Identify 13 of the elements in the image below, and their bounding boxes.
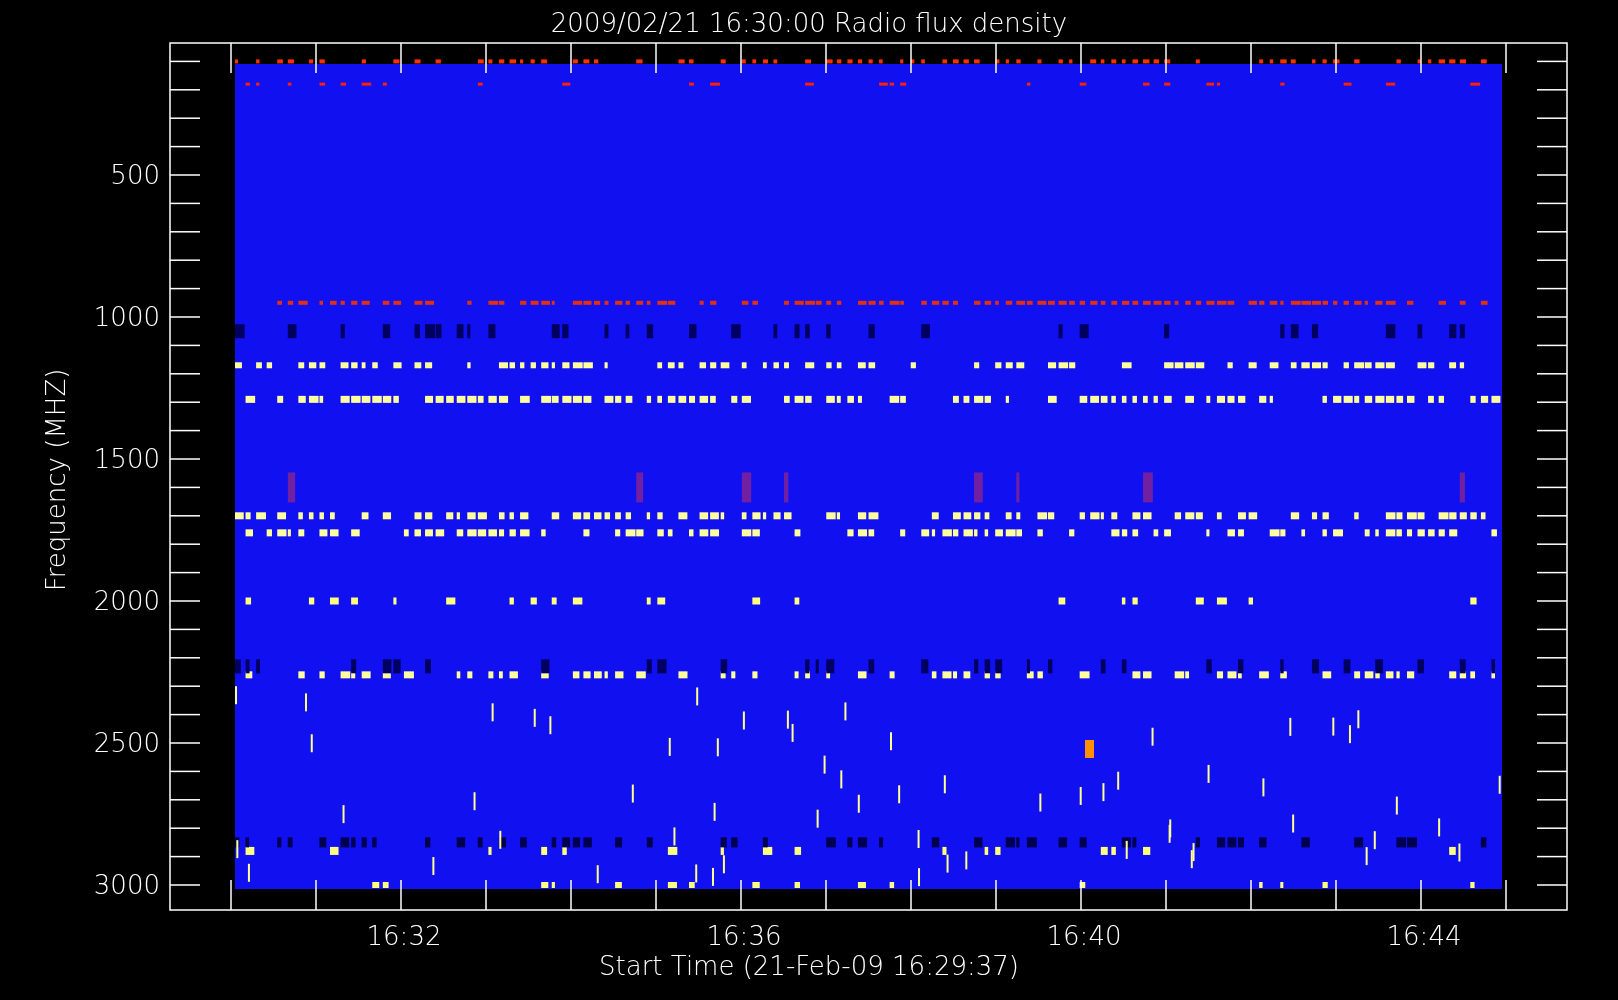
tick-label: 500 — [110, 160, 160, 190]
tick-label: 1500 — [93, 444, 160, 474]
tick-label: 16:44 — [1386, 921, 1462, 951]
tick-label: 2500 — [93, 728, 160, 758]
tick-label: 2000 — [93, 586, 160, 616]
axis-label: Frequency (MHZ) — [41, 368, 71, 592]
tick-label: 16:36 — [706, 921, 782, 951]
plot-title: 2009/02/21 16:30:00 Radio flux density — [550, 8, 1068, 38]
tick-label: 16:32 — [366, 921, 442, 951]
axis-label: Start Time (21-Feb-09 16:29:37) — [599, 951, 1019, 981]
tick-label: 3000 — [93, 870, 160, 900]
tick-label: 1000 — [93, 302, 160, 332]
tick-label: 16:40 — [1046, 921, 1122, 951]
